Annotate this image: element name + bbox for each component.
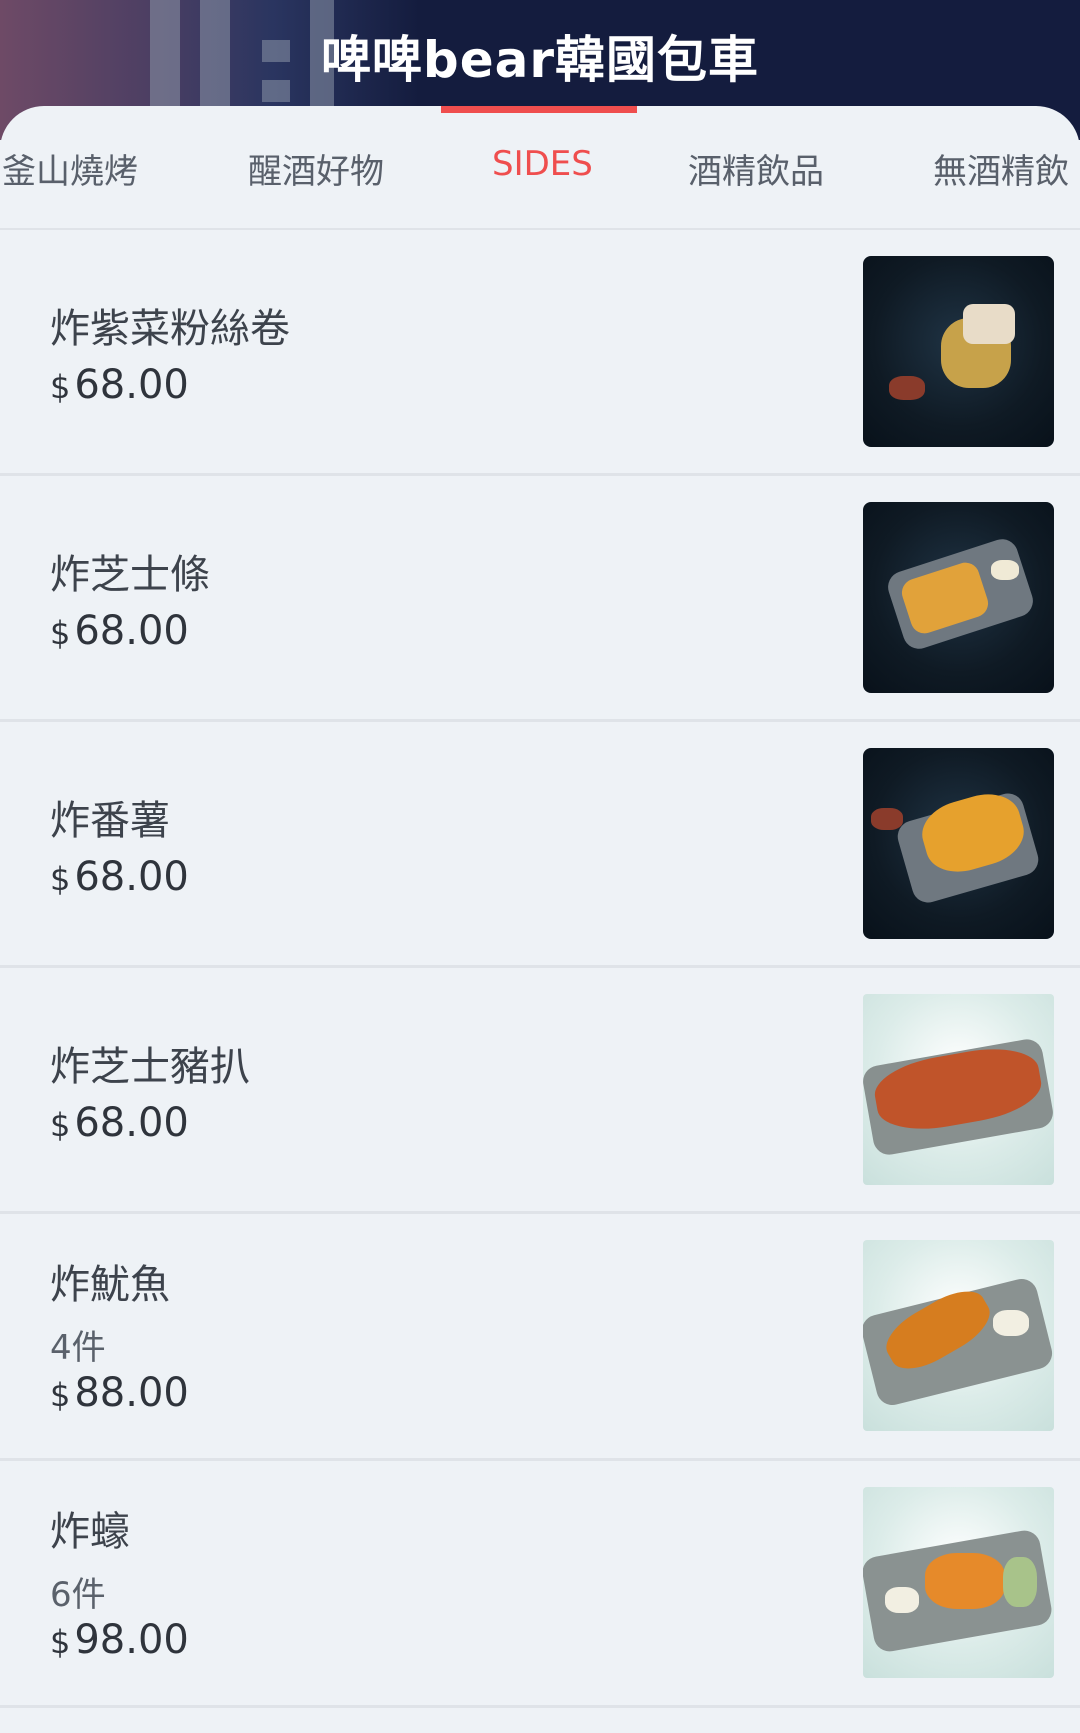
item-photo	[863, 256, 1054, 447]
item-photo	[863, 1487, 1054, 1678]
tab-hangover-goods[interactable]: 醒酒好物	[248, 144, 384, 193]
item-price-value: 98.00	[74, 1617, 189, 1663]
tab-alcoholic-drinks[interactable]: 酒精飲品	[688, 144, 824, 193]
item-price-value: 88.00	[74, 1370, 189, 1416]
category-tabs: 釜山燒烤 醒酒好物 SIDES 酒精飲品 無酒精飲	[0, 106, 1080, 230]
item-price-value: 68.00	[74, 362, 189, 408]
item-quantity: 6件	[50, 1575, 106, 1615]
menu-item[interactable]: 炸芝士條 $68.00	[0, 476, 1080, 722]
store-title: 啤啤bear韓國包車	[320, 31, 760, 89]
item-quantity: 4件	[50, 1328, 106, 1368]
menu-item-list: 炸紫菜粉絲卷 $68.00 炸芝士條 $68.00 炸番薯 $68.00 炸芝士…	[0, 230, 1080, 1708]
item-price-value: 68.00	[74, 1100, 189, 1146]
item-photo	[863, 748, 1054, 939]
currency-symbol: $	[50, 860, 71, 898]
currency-symbol: $	[50, 1623, 71, 1661]
item-name: 炸番薯	[50, 798, 170, 844]
menu-item[interactable]: 炸紫菜粉絲卷 $68.00	[0, 230, 1080, 476]
item-photo	[863, 502, 1054, 693]
menu-item[interactable]: 炸番薯 $68.00	[0, 722, 1080, 968]
item-price: $68.00	[50, 608, 189, 654]
item-name: 炸芝士豬扒	[50, 1044, 250, 1090]
menu-item[interactable]: 炸魷魚 4件 $88.00	[0, 1214, 1080, 1461]
item-name: 炸芝士條	[50, 552, 210, 598]
item-name: 炸紫菜粉絲卷	[50, 306, 290, 352]
item-price: $68.00	[50, 854, 189, 900]
item-name: 炸魷魚	[50, 1262, 170, 1308]
currency-symbol: $	[50, 614, 71, 652]
item-price: $88.00	[50, 1370, 189, 1416]
tab-non-alcoholic-drinks[interactable]: 無酒精飲	[933, 144, 1069, 193]
menu-item[interactable]: 炸芝士豬扒 $68.00	[0, 968, 1080, 1214]
tab-sides[interactable]: SIDES	[492, 144, 593, 184]
item-price-value: 68.00	[74, 854, 189, 900]
item-photo	[863, 994, 1054, 1185]
item-price: $68.00	[50, 362, 189, 408]
currency-symbol: $	[50, 368, 71, 406]
tab-busan-bbq[interactable]: 釜山燒烤	[2, 144, 138, 193]
menu-item[interactable]: 炸蠔 6件 $98.00	[0, 1461, 1080, 1708]
item-name: 炸蠔	[50, 1509, 130, 1555]
item-price-value: 68.00	[74, 608, 189, 654]
item-photo	[863, 1240, 1054, 1431]
active-tab-indicator	[441, 106, 637, 113]
currency-symbol: $	[50, 1376, 71, 1414]
currency-symbol: $	[50, 1106, 71, 1144]
menu-panel: 釜山燒烤 醒酒好物 SIDES 酒精飲品 無酒精飲 炸紫菜粉絲卷 $68.00 …	[0, 106, 1080, 1733]
item-price: $98.00	[50, 1617, 189, 1663]
item-price: $68.00	[50, 1100, 189, 1146]
